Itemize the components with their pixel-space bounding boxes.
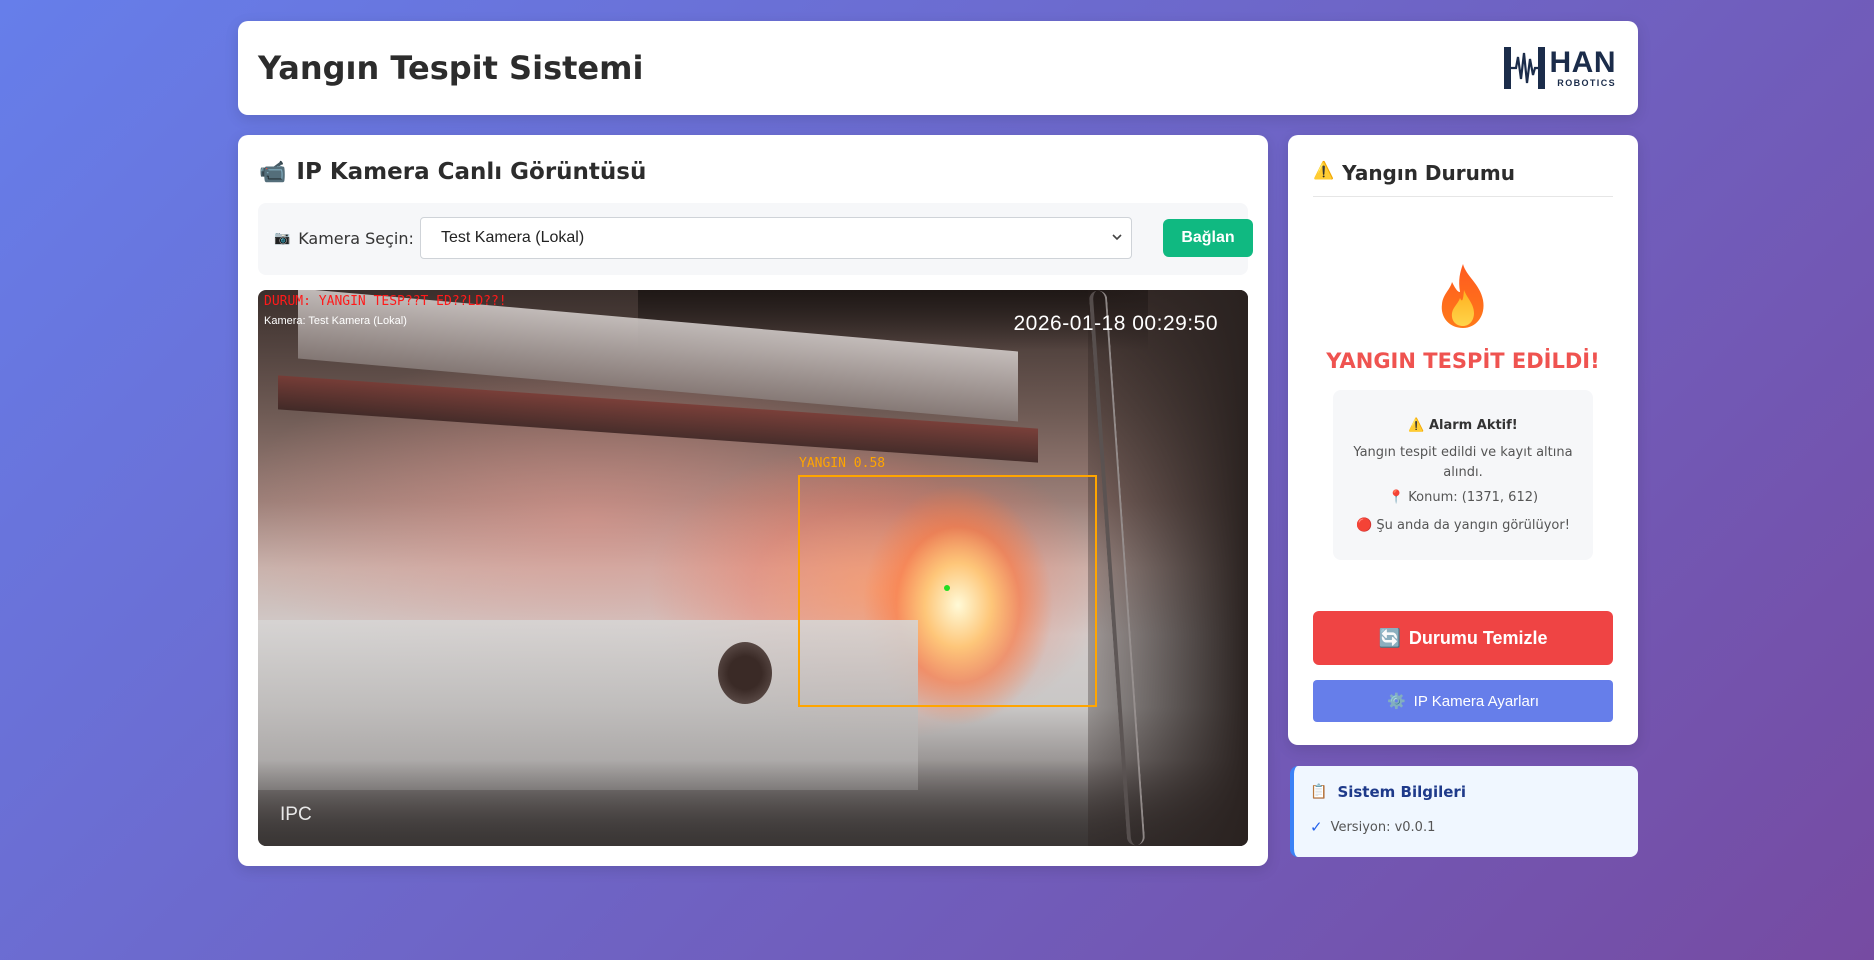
gear-icon: ⚙️: [1386, 693, 1406, 710]
camera-select-bar: 📷 Kamera Seçin: Test Kamera (Lokal) Bağl…: [258, 203, 1253, 275]
alarm-title-row: ⚠️ Alarm Aktif!: [1333, 418, 1593, 433]
check-icon: ✓: [1310, 818, 1323, 836]
ip-camera-settings-button[interactable]: ⚙️ IP Kamera Ayarları: [1313, 680, 1613, 722]
clear-status-label: Durumu Temizle: [1408, 627, 1548, 648]
system-info-title: Sistem Bilgileri: [1337, 783, 1466, 801]
fire-status-panel: ⚠️ Yangın Durumu YANGIN TESPİT EDİLDİ! ⚠…: [1288, 135, 1638, 745]
feed-camera-label: Kamera: Test Kamera (Lokal): [264, 315, 407, 327]
system-info-panel: 📋 Sistem Bilgileri ✓ Versiyon: v0.0.1: [1290, 766, 1638, 857]
detection-label: YANGIN 0.58: [799, 456, 886, 471]
camera-panel: 📹 IP Kamera Canlı Görüntüsü 📷 Kamera Seç…: [238, 135, 1268, 866]
clipboard-icon: 📋: [1310, 784, 1328, 800]
refresh-icon: 🔄: [1378, 627, 1401, 648]
chevron-down-icon: [1112, 234, 1122, 241]
connect-button[interactable]: Bağlan: [1163, 219, 1253, 257]
logo-mark-icon: [1503, 47, 1545, 89]
fire-status-title: Yangın Durumu: [1342, 161, 1515, 185]
detection-center-point: [944, 585, 950, 591]
system-info-item: ✓ Versiyon: v0.0.1: [1310, 818, 1435, 836]
warning-icon: ⚠️: [1313, 161, 1335, 181]
alarm-live-text: Şu anda da yangın görülüyor!: [1376, 518, 1570, 533]
pin-icon: 📍: [1387, 490, 1405, 505]
camera-icon: 📹: [259, 159, 287, 185]
system-info-header: 📋 Sistem Bilgileri: [1310, 783, 1466, 801]
camera-panel-header: 📹 IP Kamera Canlı Görüntüsü: [259, 159, 646, 185]
feed-timestamp: 2026-01-18 00:29:50: [1013, 312, 1218, 335]
version-text: Versiyon: v0.0.1: [1330, 819, 1436, 835]
han-robotics-logo: HAN ROBOTICS: [1502, 40, 1617, 96]
clear-status-button[interactable]: 🔄 Durumu Temizle: [1313, 611, 1613, 665]
camera-panel-title: IP Kamera Canlı Görüntüsü: [296, 159, 647, 185]
fire-status-header: ⚠️ Yangın Durumu: [1313, 161, 1613, 197]
alarm-location-row: 📍 Konum: (1371, 612): [1333, 490, 1593, 505]
alarm-box: ⚠️ Alarm Aktif! Yangın tespit edildi ve …: [1333, 390, 1593, 560]
logo-subtext: ROBOTICS: [1557, 78, 1616, 88]
ip-camera-settings-label: IP Kamera Ayarları: [1413, 692, 1540, 710]
camera-live-feed: DURUM: YANGIN TESP??T ED??LD??! Kamera: …: [258, 290, 1248, 846]
detection-bounding-box: [798, 475, 1097, 707]
warning-icon: ⚠️: [1408, 418, 1425, 433]
alarm-title: Alarm Aktif!: [1428, 418, 1518, 433]
alarm-description: Yangın tespit edildi ve kayıt altına alı…: [1353, 445, 1573, 480]
alarm-location: Konum: (1371, 612): [1408, 490, 1539, 505]
page-title: Yangın Tespit Sistemi: [258, 49, 644, 87]
red-circle-icon: 🔴: [1356, 518, 1373, 533]
fire-icon: [1441, 264, 1484, 328]
camera-icon: 📷: [274, 231, 291, 246]
feed-status-text: DURUM: YANGIN TESP??T ED??LD??!: [264, 294, 507, 309]
camera-select-dropdown[interactable]: Test Kamera (Lokal): [420, 217, 1132, 259]
fire-state-text: YANGIN TESPİT EDİLDİ!: [1326, 349, 1600, 373]
alarm-live-row: 🔴 Şu anda da yangın görülüyor!: [1333, 518, 1593, 533]
camera-select-label: Kamera Seçin:: [298, 229, 414, 248]
logo-wordmark: HAN: [1549, 46, 1616, 79]
feed-watermark: IPC: [280, 804, 312, 825]
header: Yangın Tespit Sistemi HAN ROBOTICS: [238, 21, 1638, 115]
camera-select-value: Test Kamera (Lokal): [441, 229, 585, 246]
